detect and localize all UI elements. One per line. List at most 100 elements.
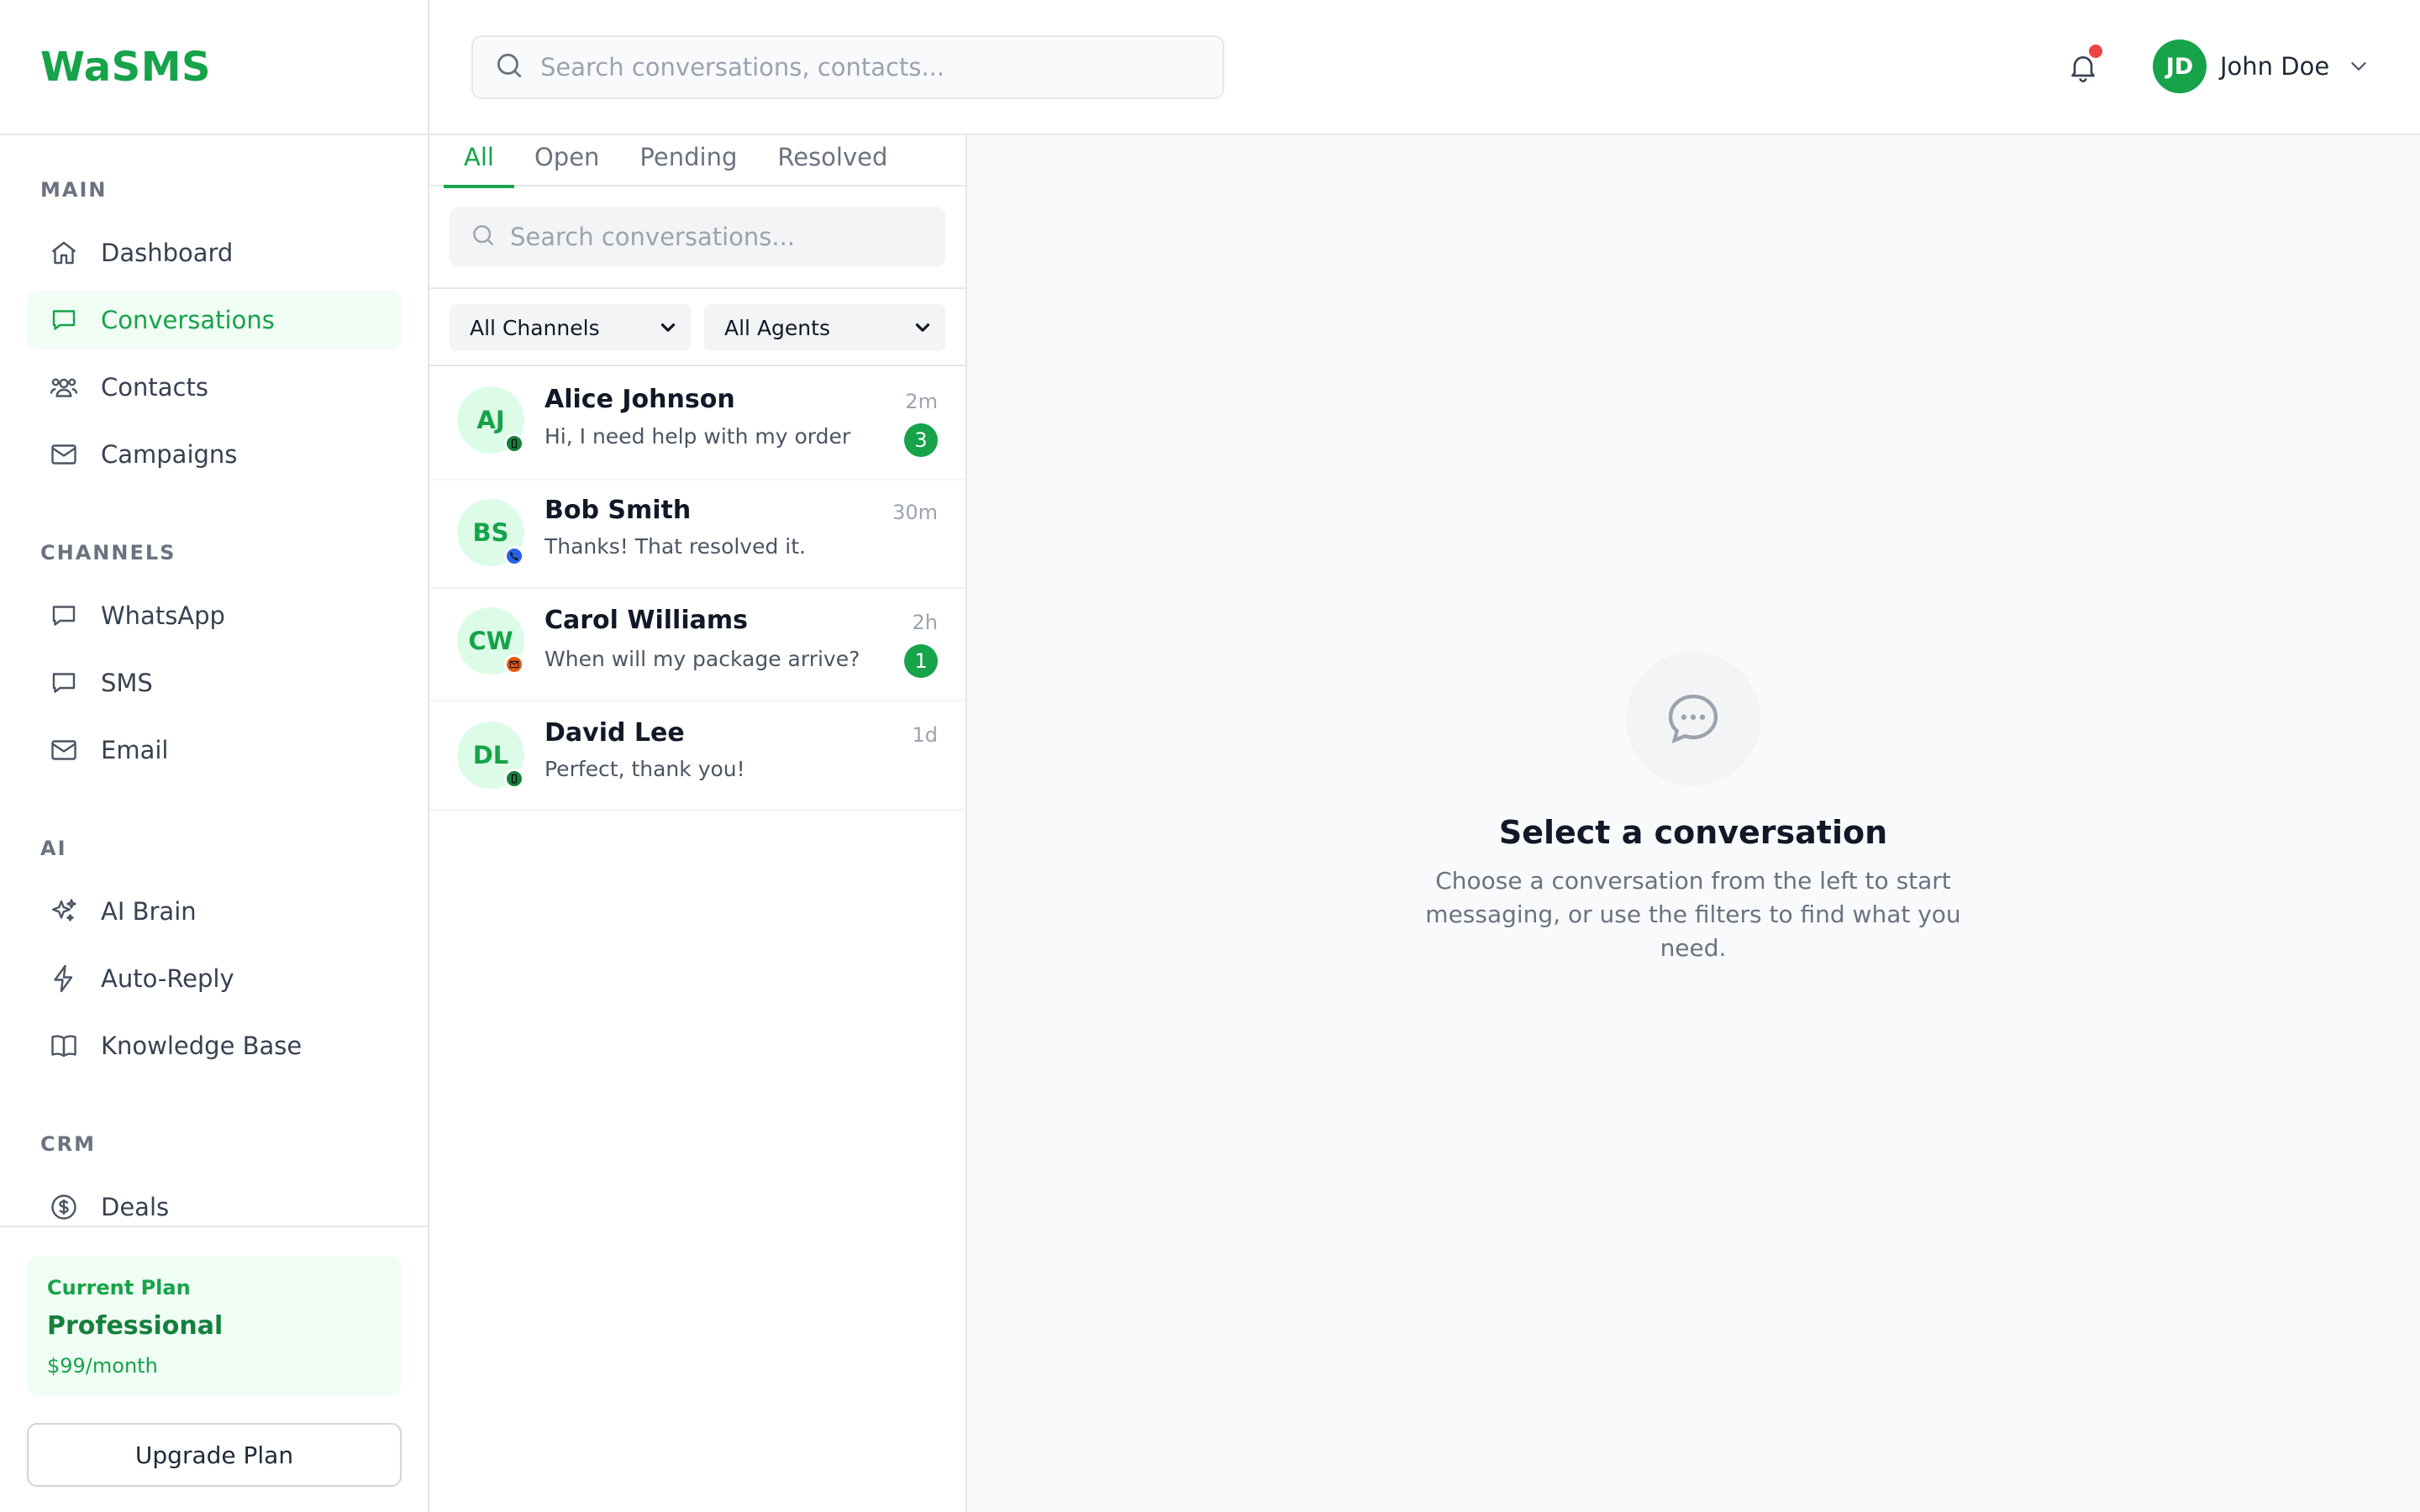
message-preview: Thanks! That resolved it.: [544, 534, 806, 559]
global-search[interactable]: [471, 35, 1224, 99]
sidebar-item-label: Campaigns: [101, 440, 238, 469]
conversation-list-panel: All Open Pending Resolved All Channels A…: [429, 135, 967, 1512]
search-icon: [493, 50, 525, 85]
envelope-icon: [504, 654, 524, 675]
sidebar-item-label: AI Brain: [101, 897, 197, 926]
global-search-input[interactable]: [540, 53, 1213, 81]
sidebar-item-whatsapp[interactable]: WhatsApp: [27, 586, 402, 645]
message-preview: Perfect, thank you!: [544, 757, 745, 781]
search-icon: [470, 222, 497, 252]
sidebar-item-label: Contacts: [101, 373, 208, 402]
conversation-search-input[interactable]: [510, 223, 930, 251]
message-time: 1d: [912, 723, 938, 747]
top-header: JD John Doe: [429, 0, 2420, 135]
contact-name: David Lee: [544, 718, 685, 748]
unread-badge: 1: [904, 644, 938, 678]
plan-price: $99/month: [47, 1354, 158, 1378]
sidebar-footer: Current Plan Professional $99/month Upgr…: [0, 1226, 428, 1512]
sidebar-item-dashboard[interactable]: Dashboard: [27, 223, 402, 282]
sidebar-item-label: WhatsApp: [101, 601, 225, 630]
plan-name: Professional: [47, 1311, 224, 1341]
tab-pending[interactable]: Pending: [619, 135, 757, 186]
phone-icon: [504, 433, 524, 454]
message-preview: Hi, I need help with my order: [544, 424, 851, 449]
conversation-item[interactable]: AJ Alice Johnson Hi, I need help with my…: [429, 366, 965, 480]
section-title-main: MAIN: [40, 178, 108, 202]
sidebar-item-conversations[interactable]: Conversations: [27, 291, 402, 349]
conversation-search[interactable]: [450, 207, 945, 267]
sidebar-nav: MAIN Dashboard Conversations Contacts Ca…: [0, 135, 428, 1226]
unread-badge: 3: [904, 423, 938, 457]
dollar-icon: [47, 1190, 81, 1224]
sidebar-item-sms[interactable]: SMS: [27, 654, 402, 712]
contact-name: Alice Johnson: [544, 385, 735, 414]
agent-filter-value: All Agents: [724, 315, 830, 340]
sidebar-item-label: Knowledge Base: [101, 1032, 302, 1060]
tab-open[interactable]: Open: [514, 135, 619, 186]
sidebar-item-knowledge-base[interactable]: Knowledge Base: [27, 1016, 402, 1075]
notification-dot: [2089, 45, 2102, 58]
sidebar-item-deals[interactable]: Deals: [27, 1178, 402, 1226]
section-title-channels: CHANNELS: [40, 541, 176, 564]
mail-icon: [47, 438, 81, 471]
notifications-button[interactable]: [2062, 45, 2104, 88]
channel-filter-select[interactable]: All Channels: [450, 304, 691, 351]
conversation-filters: All Channels All Agents: [429, 289, 965, 366]
conversation-item[interactable]: DL David Lee Perfect, thank you! 1d: [429, 701, 965, 811]
chat-bubble-icon: [1626, 652, 1760, 786]
plan-label: Current Plan: [47, 1276, 191, 1299]
phone-icon: [504, 769, 524, 789]
conversation-detail-area: Select a conversation Choose a conversat…: [967, 135, 2420, 1512]
telephone-icon: [504, 546, 524, 566]
brand-header: WaSMS: [0, 0, 428, 135]
sidebar-item-auto-reply[interactable]: Auto-Reply: [27, 949, 402, 1008]
message-time: 2h: [912, 611, 938, 634]
conversation-tabs: All Open Pending Resolved: [429, 135, 965, 188]
chevron-down-icon: [660, 323, 676, 332]
sidebar-item-label: SMS: [101, 669, 153, 697]
conversation-item[interactable]: CW Carol Williams When will my package a…: [429, 589, 965, 701]
user-menu[interactable]: JD John Doe: [2153, 39, 2371, 94]
sidebar-item-campaigns[interactable]: Campaigns: [27, 425, 402, 484]
users-icon: [47, 370, 81, 404]
sidebar-item-email[interactable]: Email: [27, 721, 402, 780]
app-root: WaSMS MAIN Dashboard Conversations Conta…: [0, 0, 2420, 1512]
sidebar-item-ai-brain[interactable]: AI Brain: [27, 882, 402, 941]
chevron-down-icon: [915, 323, 930, 332]
sidebar-item-label: Email: [101, 736, 169, 764]
chat-icon: [47, 666, 81, 700]
section-title-ai: AI: [40, 837, 67, 860]
agent-filter-select[interactable]: All Agents: [704, 304, 945, 351]
avatar: JD: [2153, 39, 2207, 93]
sidebar-item-label: Auto-Reply: [101, 964, 234, 993]
sidebar: WaSMS MAIN Dashboard Conversations Conta…: [0, 0, 429, 1512]
sidebar-item-label: Dashboard: [101, 239, 234, 267]
brand-logo[interactable]: WaSMS: [40, 44, 211, 91]
empty-state-title: Select a conversation: [1498, 814, 1888, 851]
sidebar-item-label: Conversations: [101, 306, 275, 334]
home-icon: [47, 236, 81, 270]
sidebar-item-label: Deals: [101, 1193, 170, 1221]
conversation-item[interactable]: BS Bob Smith Thanks! That resolved it. 3…: [429, 480, 965, 589]
tab-resolved[interactable]: Resolved: [757, 135, 908, 186]
sidebar-item-contacts[interactable]: Contacts: [27, 358, 402, 417]
contact-name: Bob Smith: [544, 496, 692, 525]
mail-icon: [47, 733, 81, 767]
plan-card: Current Plan Professional $99/month: [27, 1256, 402, 1395]
bolt-icon: [47, 962, 81, 995]
upgrade-plan-button[interactable]: Upgrade Plan: [27, 1423, 402, 1487]
user-name: John Doe: [2220, 52, 2330, 81]
chat-icon: [47, 303, 81, 337]
message-time: 30m: [892, 501, 938, 524]
book-icon: [47, 1029, 81, 1063]
channel-filter-value: All Channels: [470, 315, 600, 340]
sparkles-icon: [47, 895, 81, 928]
message-time: 2m: [905, 390, 938, 413]
chevron-down-icon: [2346, 54, 2371, 79]
chat-icon: [47, 599, 81, 633]
contact-name: Carol Williams: [544, 606, 748, 635]
conversation-search-wrap: [429, 186, 965, 289]
message-preview: When will my package arrive?: [544, 647, 860, 671]
empty-state-text: Choose a conversation from the left to s…: [1425, 867, 1961, 962]
tab-all[interactable]: All: [444, 135, 514, 188]
